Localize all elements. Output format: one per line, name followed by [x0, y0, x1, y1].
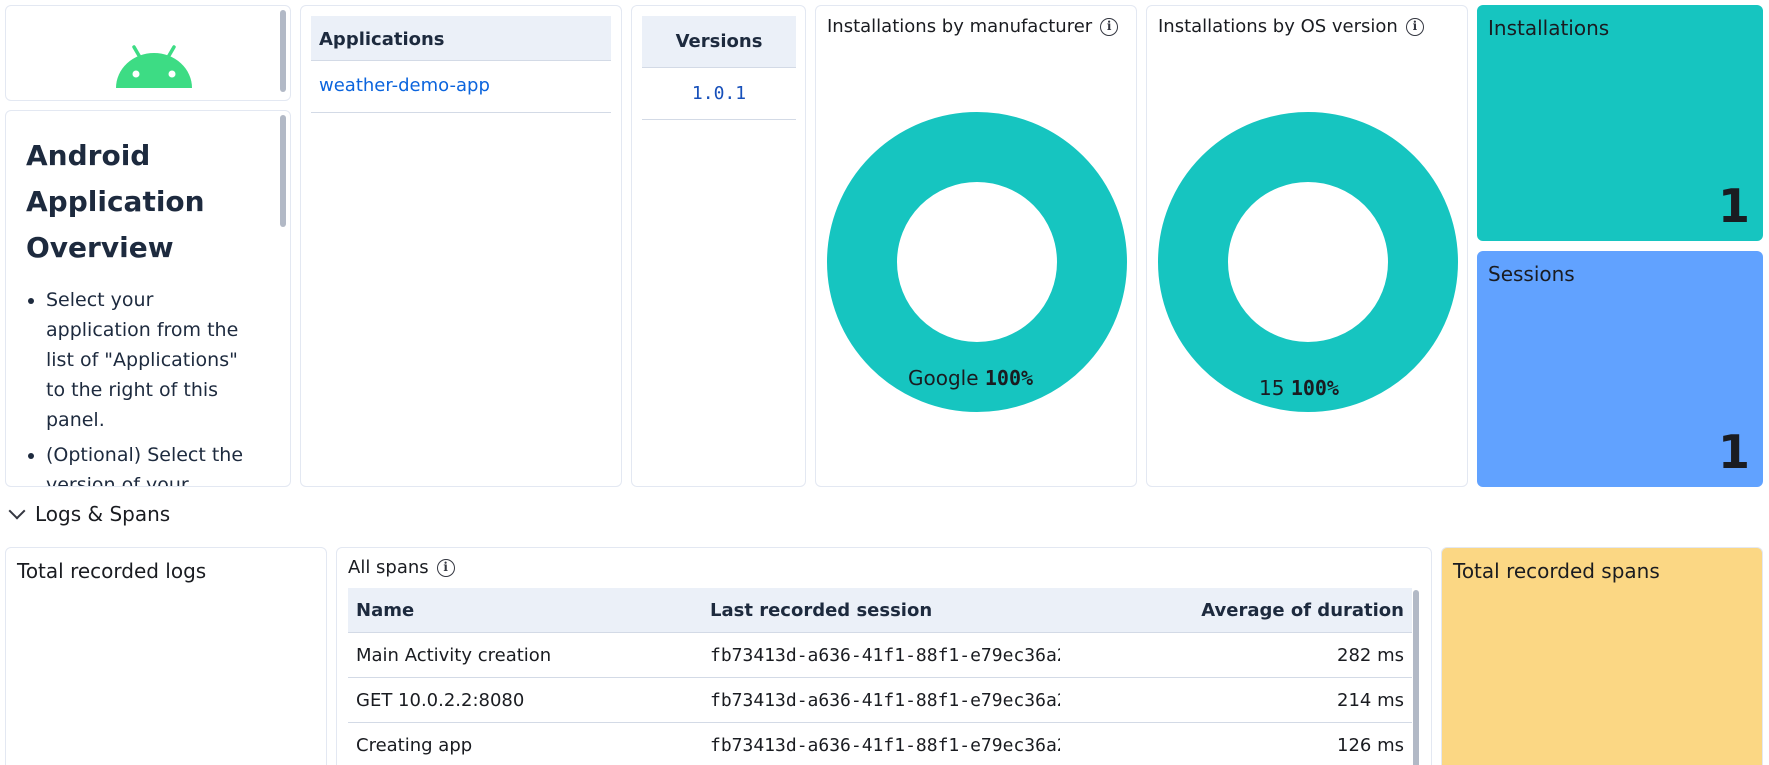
- overview-instructions: Select your application from the list of…: [46, 285, 256, 486]
- all-spans-title: All spans i: [348, 557, 455, 578]
- donut-slice-15: [1158, 112, 1458, 412]
- all-spans-title-text: All spans: [348, 557, 429, 578]
- info-icon[interactable]: i: [1100, 17, 1119, 36]
- sessions-value: 1: [1717, 425, 1750, 479]
- info-icon[interactable]: i: [436, 558, 455, 577]
- column-header-name[interactable]: Name: [356, 600, 414, 621]
- os-version-chart-panel: Installations by OS version i 15 100%: [1146, 5, 1468, 487]
- span-duration: 282 ms: [1337, 644, 1404, 666]
- manufacturer-chart-panel: Installations by manufacturer i Google 1…: [815, 5, 1137, 487]
- span-session: fb73413d-a636-41f1-88f1-e79ec36a2: [710, 689, 1060, 711]
- slice-percent: 100%: [1290, 376, 1339, 400]
- versions-panel: Versions 1.0.1: [631, 5, 806, 487]
- application-link-weather-demo-app[interactable]: weather-demo-app: [311, 61, 611, 113]
- os-version-chart-title-text: Installations by OS version: [1158, 16, 1398, 37]
- logo-scrollbar[interactable]: [280, 10, 286, 92]
- applications-header[interactable]: Applications: [311, 16, 611, 61]
- overview-scrollbar[interactable]: [280, 115, 286, 227]
- installations-value: 1: [1717, 179, 1750, 233]
- installations-metric[interactable]: Installations 1: [1477, 5, 1763, 241]
- span-duration: 214 ms: [1337, 689, 1404, 711]
- info-icon[interactable]: i: [1405, 17, 1424, 36]
- instruction-item: (Optional) Select the version of your: [46, 440, 256, 486]
- span-session: fb73413d-a636-41f1-88f1-e79ec36a2: [710, 734, 1060, 756]
- span-name: GET 10.0.2.2:8080: [356, 689, 525, 711]
- installations-label: Installations: [1488, 16, 1610, 40]
- manufacturer-chart-title: Installations by manufacturer i: [827, 16, 1119, 37]
- spans-table: Name Last recorded session Average of du…: [348, 588, 1412, 765]
- versions-header[interactable]: Versions: [642, 16, 796, 68]
- all-spans-panel: All spans i Name Last recorded session A…: [336, 547, 1432, 765]
- applications-panel: Applications weather-demo-app: [300, 5, 622, 487]
- section-title: Logs & Spans: [35, 502, 171, 526]
- logs-spans-section-toggle[interactable]: Logs & Spans: [7, 502, 170, 526]
- instruction-item: Select your application from the list of…: [46, 285, 256, 435]
- column-header-duration[interactable]: Average of duration: [1201, 600, 1404, 621]
- os-version-chart-title: Installations by OS version i: [1158, 16, 1424, 37]
- span-duration: 126 ms: [1337, 734, 1404, 756]
- overview-title: Android Application Overview: [26, 139, 205, 264]
- span-name: Creating app: [356, 734, 473, 756]
- os-version-slice-label: 15 100%: [1259, 376, 1339, 400]
- total-logs-title: Total recorded logs: [17, 559, 207, 583]
- android-logo-panel: [5, 5, 291, 101]
- donut-slice-google: [827, 112, 1127, 412]
- os-version-donut-chart[interactable]: [1158, 112, 1458, 412]
- slice-percent: 100%: [984, 366, 1034, 390]
- version-link-1-0-1[interactable]: 1.0.1: [642, 68, 796, 120]
- slice-name: 15: [1259, 376, 1285, 400]
- table-header-row: Name Last recorded session Average of du…: [348, 588, 1412, 633]
- total-spans-panel: Total recorded spans: [1441, 547, 1763, 765]
- spans-table-scrollbar[interactable]: [1413, 590, 1419, 765]
- total-logs-panel: Total recorded logs: [5, 547, 327, 765]
- span-session: fb73413d-a636-41f1-88f1-e79ec36a2: [710, 644, 1060, 666]
- sessions-label: Sessions: [1488, 262, 1575, 286]
- table-row[interactable]: Creating app fb73413d-a636-41f1-88f1-e79…: [348, 723, 1412, 765]
- manufacturer-slice-label: Google 100%: [908, 366, 1033, 390]
- column-header-session[interactable]: Last recorded session: [710, 600, 1060, 621]
- total-spans-title: Total recorded spans: [1453, 559, 1660, 583]
- chevron-down-icon[interactable]: [8, 502, 26, 520]
- overview-panel: Android Application Overview Select your…: [5, 110, 291, 487]
- slice-name: Google: [908, 366, 979, 390]
- table-row[interactable]: GET 10.0.2.2:8080 fb73413d-a636-41f1-88f…: [348, 678, 1412, 723]
- table-row[interactable]: Main Activity creation fb73413d-a636-41f…: [348, 633, 1412, 678]
- sessions-metric[interactable]: Sessions 1: [1477, 251, 1763, 487]
- android-logo-icon: [116, 45, 192, 88]
- span-name: Main Activity creation: [356, 644, 552, 666]
- manufacturer-chart-title-text: Installations by manufacturer: [827, 16, 1093, 37]
